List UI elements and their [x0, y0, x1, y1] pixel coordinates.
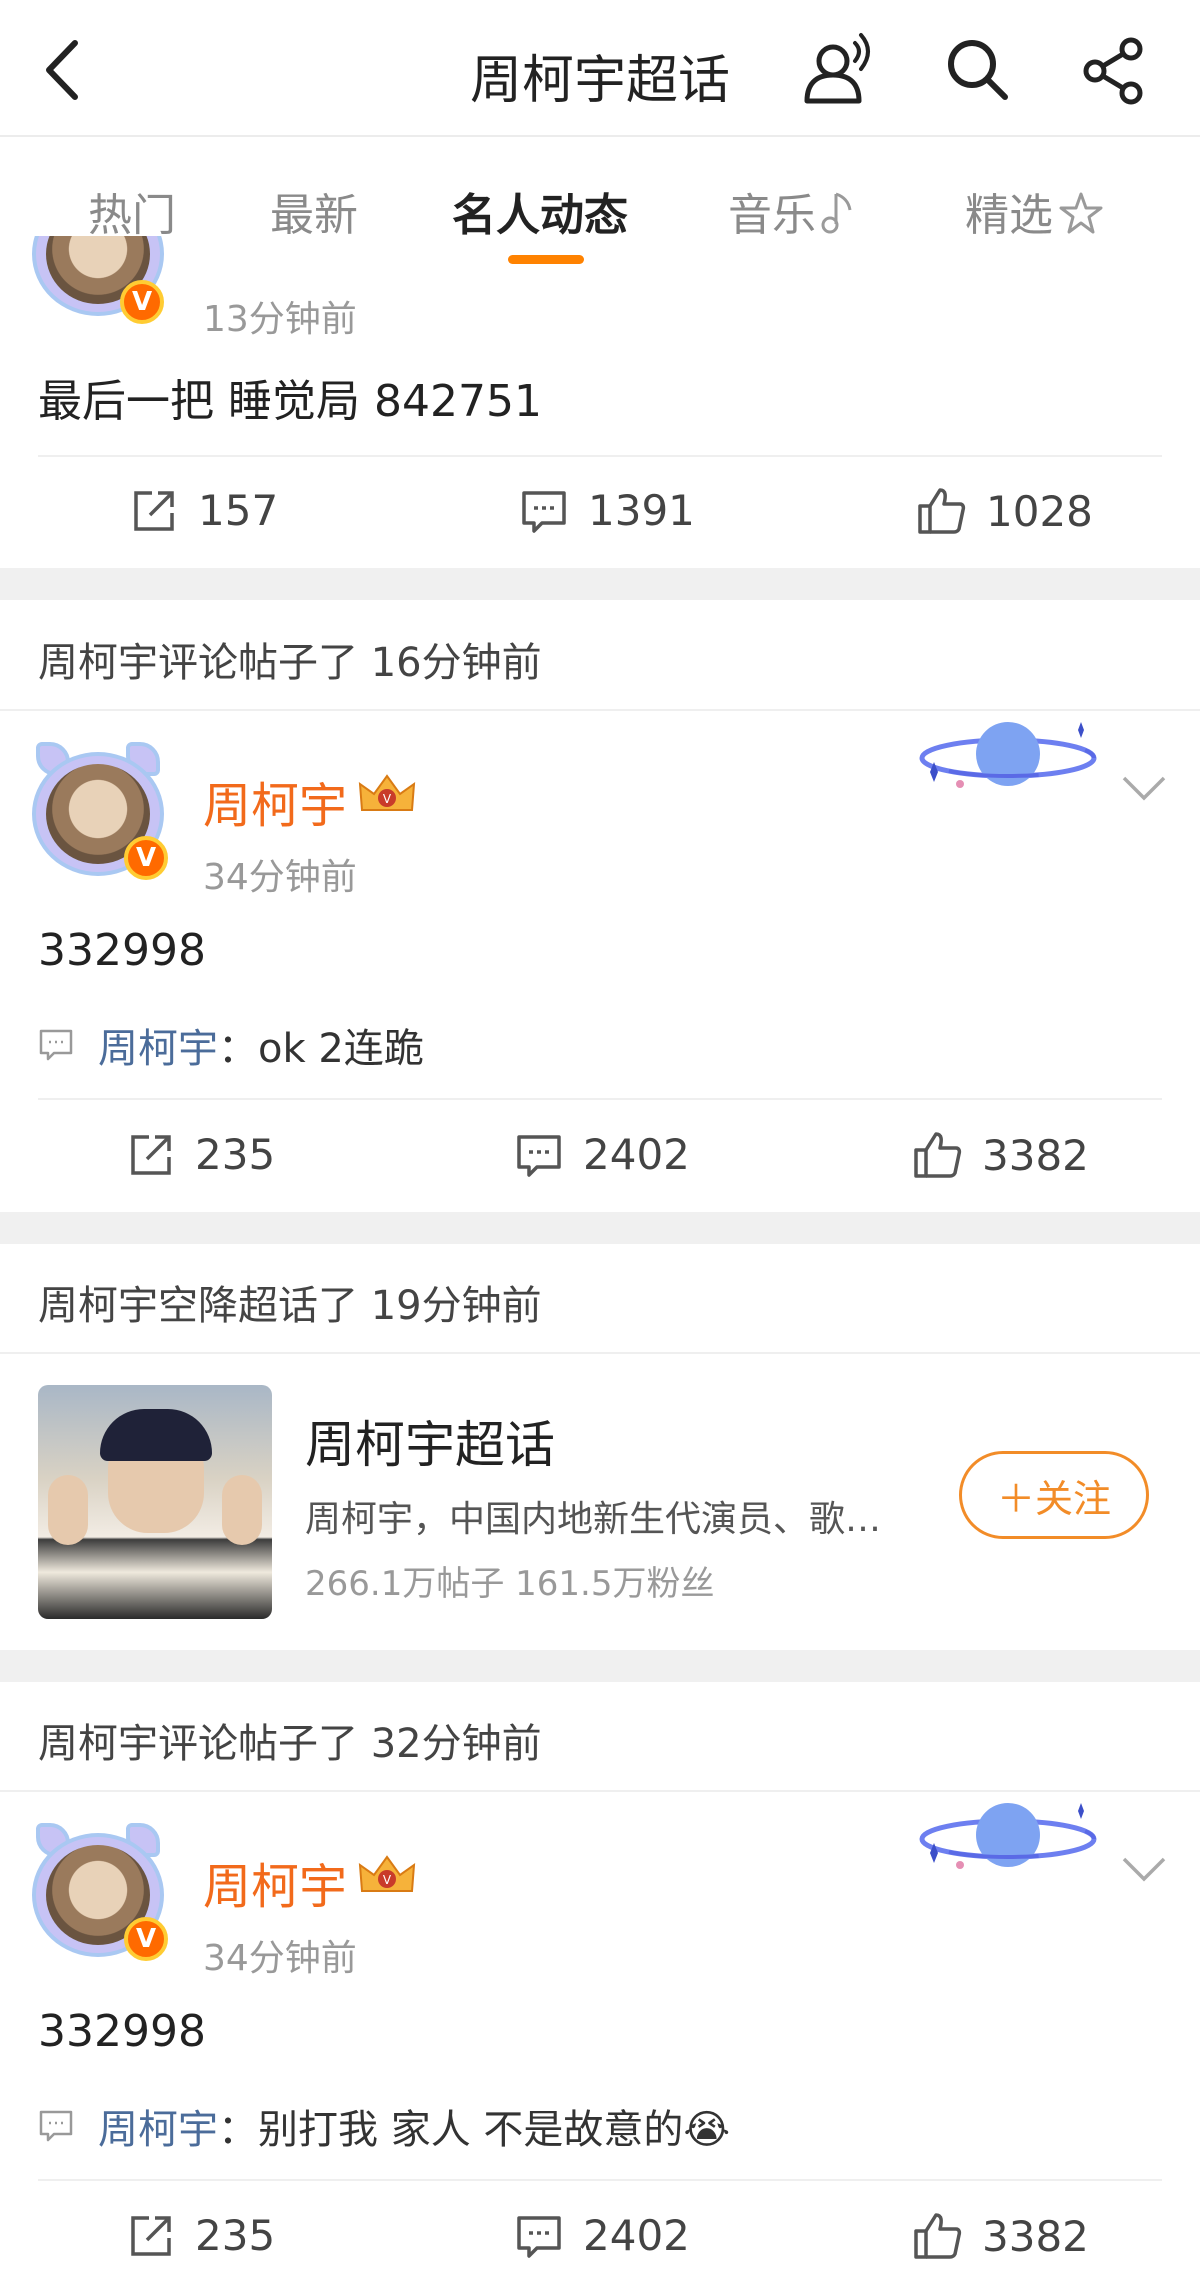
topic-title[interactable]: 周柯宇超话: [305, 1405, 555, 1477]
user-voice-icon[interactable]: [798, 30, 878, 110]
thumbs-up-icon: [918, 488, 966, 534]
divider: [38, 1098, 1162, 1100]
planet-decoration-icon: [919, 722, 1097, 788]
svg-text:V: V: [383, 792, 392, 806]
divider: [0, 1790, 1200, 1792]
featured-comment[interactable]: 周柯宇 ：别打我 家人 不是故意的😭: [38, 2097, 730, 2155]
like-count: 3382: [982, 2211, 1089, 2261]
repost-count: 235: [195, 1130, 276, 1179]
comment-icon: [517, 1134, 561, 1177]
verified-badge-icon: V: [124, 1917, 168, 1961]
comment-icon: [39, 2110, 73, 2142]
like-count: 1028: [986, 486, 1093, 536]
divider: [0, 1352, 1200, 1354]
username[interactable]: 周柯宇: [203, 766, 347, 836]
avatar[interactable]: V: [32, 1823, 168, 1961]
chevron-down-icon[interactable]: [1118, 1849, 1170, 1889]
tab-featured-label: 精选: [965, 190, 1053, 241]
share-icon[interactable]: [1074, 30, 1154, 110]
topic-stats: 266.1万帖子 161.5万粉丝: [305, 1564, 715, 1604]
comment-icon: [522, 490, 566, 533]
crown-badge-icon: V: [358, 1855, 416, 1892]
comment-icon: [39, 1029, 73, 1061]
activity-header: 周柯宇评论帖子了 16分钟前: [38, 640, 542, 686]
post-time: 34分钟前: [203, 1938, 357, 1979]
chevron-down-icon[interactable]: [1118, 768, 1170, 808]
comment-button[interactable]: 2402: [515, 2211, 690, 2260]
comment-count: 2402: [583, 2211, 690, 2260]
divider: [38, 455, 1162, 457]
tab-latest[interactable]: 最新: [270, 179, 358, 243]
tab-celebrity-updates[interactable]: 名人动态: [452, 179, 628, 243]
comment-count: 1391: [588, 486, 695, 535]
activity-header: 周柯宇评论帖子了 32分钟前: [38, 1721, 542, 1767]
topic-cover-image[interactable]: [38, 1385, 272, 1619]
username[interactable]: 周柯宇: [203, 1847, 347, 1917]
like-button[interactable]: 3382: [912, 1130, 1089, 1180]
like-button[interactable]: 1028: [916, 486, 1093, 536]
repost-button[interactable]: 235: [127, 1130, 275, 1179]
repost-icon: [134, 490, 174, 531]
svg-text:V: V: [383, 1873, 392, 1887]
comment-count: 2402: [583, 1130, 690, 1179]
search-icon[interactable]: [938, 30, 1018, 110]
activity-header: 周柯宇空降超话了 19分钟前: [38, 1283, 542, 1329]
tab-music[interactable]: 音乐: [728, 179, 858, 243]
like-button[interactable]: 3382: [912, 2211, 1089, 2261]
tab-bar: 热门 最新 名人动态 音乐 精选: [0, 139, 1200, 271]
tab-featured[interactable]: 精选: [965, 179, 1105, 243]
comment-icon: [517, 2215, 561, 2258]
tab-hot[interactable]: 热门: [88, 179, 176, 243]
thumbs-up-icon: [914, 1132, 962, 1178]
planet-decoration-icon: [919, 1803, 1097, 1869]
repost-icon: [131, 2215, 171, 2256]
section-gap: [0, 1212, 1200, 1244]
music-note-icon: [821, 192, 852, 234]
repost-count: 235: [195, 2211, 276, 2260]
comment-text: ：别打我 家人 不是故意的😭: [218, 2107, 731, 2153]
divider: [38, 2179, 1162, 2181]
post-text: 332998: [38, 925, 206, 976]
thumbs-up-icon: [914, 2213, 962, 2259]
avatar[interactable]: V: [32, 742, 168, 880]
repost-count: 157: [198, 486, 279, 535]
follow-button[interactable]: ＋关注: [959, 1451, 1149, 1539]
post-time: 13分钟前: [203, 299, 357, 340]
comment-author[interactable]: 周柯宇: [98, 1016, 218, 1074]
top-bar: 周柯宇超话: [0, 0, 1200, 137]
post-text: 最后一把 睡觉局 842751: [38, 376, 542, 427]
verified-badge-icon: V: [120, 280, 164, 324]
section-gap: [0, 1650, 1200, 1682]
like-count: 3382: [982, 1130, 1089, 1180]
verified-badge-icon: V: [124, 836, 168, 880]
post-text: 332998: [38, 2006, 206, 2057]
topic-description: 周柯宇，中国内地新生代演员、歌…: [305, 1499, 882, 1540]
repost-icon: [131, 1134, 171, 1175]
post-time: 34分钟前: [203, 857, 357, 898]
featured-comment[interactable]: 周柯宇 ：ok 2连跪: [38, 1016, 424, 1074]
crown-badge-icon: V: [358, 774, 416, 811]
page-title: 周柯宇超话: [469, 51, 730, 111]
star-icon: [1059, 192, 1103, 234]
comment-author[interactable]: 周柯宇: [98, 2097, 218, 2155]
comment-button[interactable]: 2402: [515, 1130, 690, 1179]
comment-button[interactable]: 1391: [520, 486, 695, 535]
repost-button[interactable]: 235: [127, 2211, 275, 2260]
section-gap: [0, 568, 1200, 600]
repost-button[interactable]: 157: [130, 486, 278, 535]
active-tab-indicator: [508, 255, 584, 264]
comment-text: ：ok 2连跪: [218, 1026, 424, 1072]
divider: [0, 709, 1200, 711]
tab-music-label: 音乐: [728, 190, 816, 241]
